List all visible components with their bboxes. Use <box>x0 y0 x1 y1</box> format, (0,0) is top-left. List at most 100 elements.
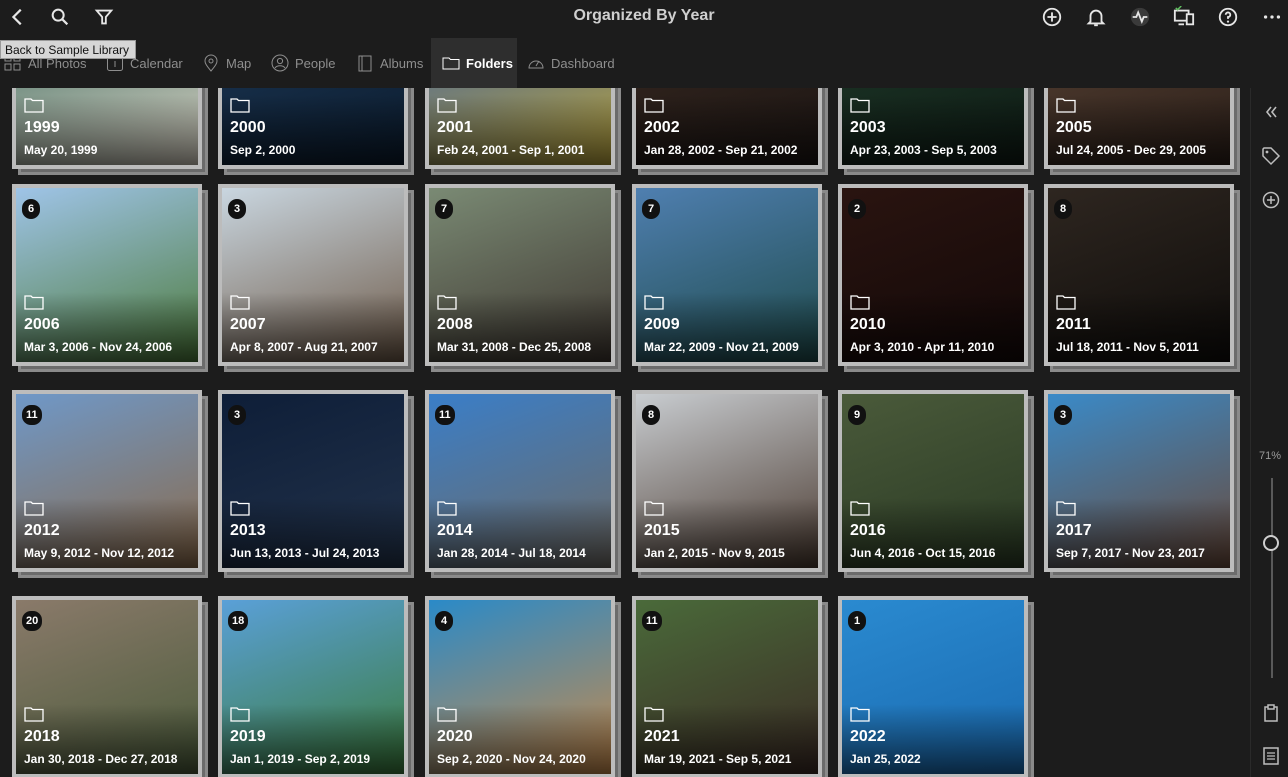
folder-thumbnail: 11 2014 Jan 28, 2014 - Jul 18, 2014 <box>429 394 611 568</box>
folder-icon <box>644 98 664 113</box>
tab-dashboard[interactable]: Dashboard <box>527 38 615 88</box>
folder-date-range: Apr 8, 2007 - Aug 21, 2007 <box>230 340 378 354</box>
tab-label: Folders <box>466 55 513 71</box>
folder-card[interactable]: 2003 Apr 23, 2003 - Sep 5, 2003 <box>838 88 1034 175</box>
folder-icon <box>230 707 250 722</box>
folder-date-range: Jan 28, 2002 - Sep 21, 2002 <box>644 143 798 157</box>
bell-icon[interactable] <box>1084 5 1108 29</box>
folder-icon <box>230 98 250 113</box>
activity-icon[interactable] <box>1128 5 1152 29</box>
folder-card[interactable]: 2001 Feb 24, 2001 - Sep 1, 2001 <box>425 88 621 175</box>
tab-albums[interactable]: Albums <box>356 38 423 88</box>
add-to-album-icon[interactable] <box>1261 190 1281 210</box>
folder-card[interactable]: 20 2018 Jan 30, 2018 - Dec 27, 2018 <box>12 596 208 777</box>
folder-date-range: Jan 2, 2015 - Nov 9, 2015 <box>644 546 785 560</box>
map-pin-icon <box>204 54 218 72</box>
photo-count-badge: 7 <box>642 199 660 219</box>
zoom-slider-track[interactable] <box>1271 478 1273 678</box>
folder-icon <box>437 295 457 310</box>
folder-year: 2017 <box>1056 522 1092 539</box>
card-face: 2001 Feb 24, 2001 - Sep 1, 2001 <box>425 88 615 169</box>
folder-icon <box>644 707 664 722</box>
folder-card[interactable]: 8 2015 Jan 2, 2015 - Nov 9, 2015 <box>632 390 828 578</box>
folder-thumbnail: 9 2016 Jun 4, 2016 - Oct 15, 2016 <box>842 394 1024 568</box>
folder-thumbnail: 2 2010 Apr 3, 2010 - Apr 11, 2010 <box>842 188 1024 362</box>
folder-year: 2000 <box>230 119 266 136</box>
photo-count-badge: 18 <box>228 611 249 631</box>
right-rail: 71% <box>1250 88 1288 777</box>
card-face: 7 2008 Mar 31, 2008 - Dec 25, 2008 <box>425 184 615 366</box>
collapse-panel-icon[interactable] <box>1261 102 1281 122</box>
info-panel-icon[interactable] <box>1261 746 1281 766</box>
card-face: 2005 Jul 24, 2005 - Dec 29, 2005 <box>1044 88 1234 169</box>
photo-count-badge: 2 <box>848 199 866 219</box>
folder-date-range: Feb 24, 2001 - Sep 1, 2001 <box>437 143 585 157</box>
folder-thumbnail: 1999 May 20, 1999 <box>16 88 198 165</box>
folder-card[interactable]: 4 2020 Sep 2, 2020 - Nov 24, 2020 <box>425 596 621 777</box>
folder-thumbnail: 2005 Jul 24, 2005 - Dec 29, 2005 <box>1048 88 1230 165</box>
folder-card[interactable]: 2000 Sep 2, 2000 <box>218 88 414 175</box>
tab-label: Dashboard <box>551 55 615 71</box>
photo-count-badge: 20 <box>22 611 43 631</box>
tab-map[interactable]: Map <box>202 38 251 88</box>
folder-icon <box>24 501 44 516</box>
card-face: 2002 Jan 28, 2002 - Sep 21, 2002 <box>632 88 822 169</box>
tab-folders[interactable]: Folders <box>431 38 517 88</box>
folder-thumbnail: 11 2012 May 9, 2012 - Nov 12, 2012 <box>16 394 198 568</box>
folder-card[interactable]: 11 2014 Jan 28, 2014 - Jul 18, 2014 <box>425 390 621 578</box>
folder-card[interactable]: 2 2010 Apr 3, 2010 - Apr 11, 2010 <box>838 184 1034 372</box>
help-icon[interactable] <box>1216 5 1240 29</box>
card-face: 20 2018 Jan 30, 2018 - Dec 27, 2018 <box>12 596 202 777</box>
photo-count-badge: 4 <box>435 611 453 631</box>
folder-icon <box>1056 98 1076 113</box>
folder-icon <box>24 707 44 722</box>
folder-card[interactable]: 1 2022 Jan 25, 2022 <box>838 596 1034 777</box>
folder-year: 2022 <box>850 728 886 745</box>
folder-card[interactable]: 8 2011 Jul 18, 2011 - Nov 5, 2011 <box>1044 184 1240 372</box>
tab-label: Albums <box>380 55 424 71</box>
devices-icon[interactable] <box>1172 5 1196 29</box>
tab-label: Calendar <box>130 55 183 71</box>
folder-year: 2008 <box>437 316 473 333</box>
folder-card[interactable]: 3 2007 Apr 8, 2007 - Aug 21, 2007 <box>218 184 414 372</box>
folder-card[interactable]: 9 2016 Jun 4, 2016 - Oct 15, 2016 <box>838 390 1034 578</box>
folder-card[interactable]: 11 2012 May 9, 2012 - Nov 12, 2012 <box>12 390 208 578</box>
folder-card[interactable]: 1999 May 20, 1999 <box>12 88 208 175</box>
folder-date-range: Mar 31, 2008 - Dec 25, 2008 <box>437 340 592 354</box>
folder-year: 2021 <box>644 728 680 745</box>
card-face: 11 2012 May 9, 2012 - Nov 12, 2012 <box>12 390 202 572</box>
card-face: 1999 May 20, 1999 <box>12 88 202 169</box>
tab-people[interactable]: People <box>271 38 335 88</box>
card-face: 6 2006 Mar 3, 2006 - Nov 24, 2006 <box>12 184 202 366</box>
folder-card[interactable]: 2005 Jul 24, 2005 - Dec 29, 2005 <box>1044 88 1240 175</box>
folder-card[interactable]: 2002 Jan 28, 2002 - Sep 21, 2002 <box>632 88 828 175</box>
photo-count-badge: 8 <box>642 405 660 425</box>
folder-year: 2020 <box>437 728 473 745</box>
app-window: Organized By Year Back to Sample Library… <box>0 0 1288 777</box>
card-face: 3 2017 Sep 7, 2017 - Nov 23, 2017 <box>1044 390 1234 572</box>
add-circle-icon[interactable] <box>1040 5 1064 29</box>
album-icon <box>358 55 372 72</box>
folder-card[interactable]: 3 2017 Sep 7, 2017 - Nov 23, 2017 <box>1044 390 1240 578</box>
clipboard-icon[interactable] <box>1261 703 1281 723</box>
more-icon[interactable] <box>1260 5 1284 29</box>
tab-label: Map <box>226 55 252 71</box>
folder-card[interactable]: 7 2008 Mar 31, 2008 - Dec 25, 2008 <box>425 184 621 372</box>
folder-card[interactable]: 3 2013 Jun 13, 2013 - Jul 24, 2013 <box>218 390 414 578</box>
folder-thumbnail: 18 2019 Jan 1, 2019 - Sep 2, 2019 <box>222 600 404 774</box>
folder-grid: 1999 May 20, 1999 2000 Sep 2, 2000 2001 Feb 2… <box>0 88 1250 777</box>
zoom-slider-knob[interactable] <box>1263 535 1279 551</box>
folder-date-range: Jul 18, 2011 - Nov 5, 2011 <box>1056 340 1199 354</box>
folder-card[interactable]: 18 2019 Jan 1, 2019 - Sep 2, 2019 <box>218 596 414 777</box>
folder-date-range: Jan 1, 2019 - Sep 2, 2019 <box>230 752 371 766</box>
folder-card[interactable]: 6 2006 Mar 3, 2006 - Nov 24, 2006 <box>12 184 208 372</box>
tab-label: People <box>295 55 336 71</box>
folder-thumbnail: 1 2022 Jan 25, 2022 <box>842 600 1024 774</box>
tag-icon[interactable] <box>1261 146 1281 166</box>
folder-card[interactable]: 11 2021 Mar 19, 2021 - Sep 5, 2021 <box>632 596 828 777</box>
folder-date-range: May 20, 1999 <box>24 143 98 157</box>
card-face: 18 2019 Jan 1, 2019 - Sep 2, 2019 <box>218 596 408 777</box>
folder-icon <box>850 295 870 310</box>
folder-year: 2018 <box>24 728 60 745</box>
folder-card[interactable]: 7 2009 Mar 22, 2009 - Nov 21, 2009 <box>632 184 828 372</box>
